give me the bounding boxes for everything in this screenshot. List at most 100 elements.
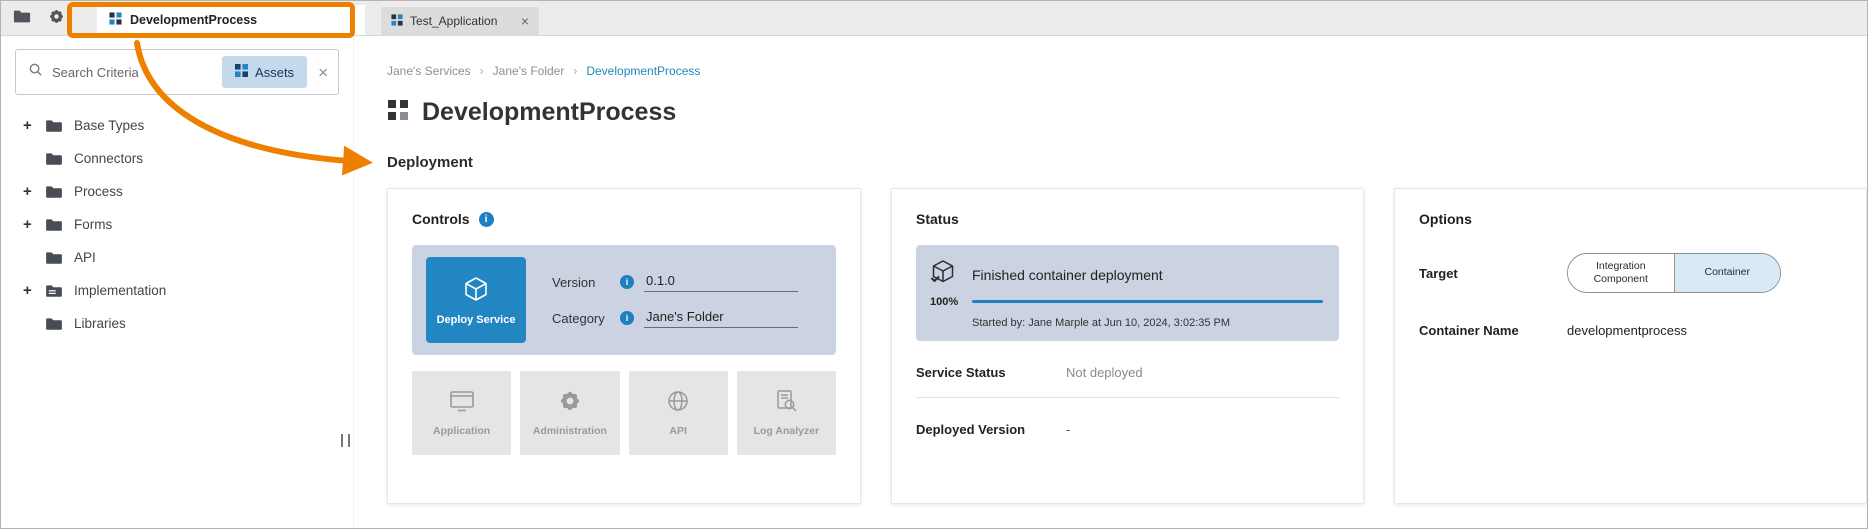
tree-item-label: Forms bbox=[74, 217, 112, 232]
status-card-header: Status bbox=[916, 211, 1339, 227]
started-by-text: Started by: Jane Marple at Jun 10, 2024,… bbox=[972, 317, 1323, 329]
action-button-label: API bbox=[669, 425, 687, 437]
service-status-row: Service Status Not deployed bbox=[916, 365, 1339, 380]
deploy-fields: Version i 0.1.0 Category i Jane's Folder bbox=[552, 273, 818, 328]
log-analyzer-button[interactable]: Log Analyzer bbox=[737, 371, 836, 455]
page-title-row: DevelopmentProcess bbox=[387, 98, 1867, 127]
tree-item-forms[interactable]: + Forms bbox=[1, 208, 353, 241]
status-panel: Finished container deployment 100% Start… bbox=[916, 245, 1339, 341]
tab-test-application[interactable]: Test_Application × bbox=[381, 7, 539, 35]
tree-item-connectors[interactable]: Connectors bbox=[1, 142, 353, 175]
main-content: Jane's Services › Jane's Folder › Develo… bbox=[354, 36, 1867, 528]
folder-icon bbox=[13, 9, 31, 27]
divider bbox=[916, 397, 1339, 398]
status-message: Finished container deployment bbox=[972, 267, 1323, 283]
target-option-container[interactable]: Container bbox=[1674, 254, 1781, 292]
folder-icon bbox=[45, 152, 65, 166]
expand-icon[interactable]: + bbox=[23, 216, 45, 233]
folder-icon bbox=[45, 119, 65, 133]
info-icon[interactable]: i bbox=[620, 311, 634, 325]
tree-item-label: Implementation bbox=[74, 283, 166, 298]
options-card-header: Options bbox=[1419, 211, 1842, 227]
expand-icon[interactable]: + bbox=[23, 282, 45, 299]
action-button-label: Administration bbox=[533, 425, 607, 437]
deploy-package-icon bbox=[462, 275, 490, 306]
implementation-folder-icon bbox=[45, 284, 65, 298]
deploy-service-button[interactable]: Deploy Service bbox=[426, 257, 526, 343]
folder-icon bbox=[45, 251, 65, 265]
application-button[interactable]: Application bbox=[412, 371, 511, 455]
settings-button[interactable] bbox=[43, 5, 69, 31]
sidebar: Search Criteria Assets × + Base Types Co… bbox=[1, 36, 354, 528]
info-icon[interactable]: i bbox=[620, 275, 634, 289]
tree-item-label: API bbox=[74, 250, 96, 265]
tree-item-api[interactable]: API bbox=[1, 241, 353, 274]
action-button-label: Log Analyzer bbox=[754, 425, 820, 437]
deployed-version-row: Deployed Version - bbox=[916, 422, 1339, 437]
target-row: Target Integration Component Container bbox=[1419, 253, 1842, 293]
tree-item-base-types[interactable]: + Base Types bbox=[1, 109, 353, 142]
deployment-cards: Controls i Deploy Service Version i bbox=[387, 188, 1867, 504]
version-label: Version bbox=[552, 275, 610, 290]
tab-label: Test_Application bbox=[410, 14, 497, 28]
breadcrumb-item-current[interactable]: DevelopmentProcess bbox=[586, 64, 700, 78]
gears-icon bbox=[558, 389, 582, 416]
globe-icon bbox=[666, 389, 690, 416]
controls-actions: Application Administration API bbox=[412, 371, 836, 455]
tree-item-label: Process bbox=[74, 184, 123, 199]
container-name-value: developmentprocess bbox=[1567, 323, 1687, 338]
assets-filter-button[interactable]: Assets bbox=[222, 56, 307, 88]
category-label: Category bbox=[552, 311, 610, 326]
tree-item-implementation[interactable]: + Implementation bbox=[1, 274, 353, 307]
application-window-icon bbox=[449, 389, 475, 416]
progress-percent: 100% bbox=[930, 296, 972, 308]
api-button[interactable]: API bbox=[629, 371, 728, 455]
controls-card-header: Controls i bbox=[412, 211, 836, 227]
status-card-title: Status bbox=[916, 211, 959, 227]
tab-developmentprocess[interactable]: DevelopmentProcess bbox=[97, 5, 365, 35]
tab-label: DevelopmentProcess bbox=[130, 13, 257, 27]
target-label: Target bbox=[1419, 266, 1567, 281]
page-title: DevelopmentProcess bbox=[422, 98, 676, 127]
category-field-row: Category i Jane's Folder bbox=[552, 309, 818, 328]
folder-icon bbox=[45, 218, 65, 232]
project-icon bbox=[387, 99, 409, 126]
close-tab-icon[interactable]: × bbox=[521, 14, 529, 28]
assets-icon bbox=[235, 64, 248, 80]
search-input[interactable]: Search Criteria bbox=[52, 65, 213, 80]
target-option-integration-component[interactable]: Integration Component bbox=[1568, 254, 1674, 292]
tree-item-libraries[interactable]: Libraries bbox=[1, 307, 353, 340]
topbar: DevelopmentProcess Test_Application × bbox=[1, 1, 1867, 36]
sidebar-resize-handle[interactable] bbox=[341, 434, 350, 447]
deploy-service-label: Deploy Service bbox=[437, 314, 516, 326]
files-button[interactable] bbox=[9, 5, 35, 31]
version-input[interactable]: 0.1.0 bbox=[644, 273, 798, 292]
container-name-row: Container Name developmentprocess bbox=[1419, 323, 1842, 338]
deployed-version-label: Deployed Version bbox=[916, 422, 1066, 437]
category-input[interactable]: Jane's Folder bbox=[644, 309, 798, 328]
breadcrumb: Jane's Services › Jane's Folder › Develo… bbox=[387, 64, 1867, 78]
search-box[interactable]: Search Criteria Assets × bbox=[15, 49, 339, 95]
version-field-row: Version i 0.1.0 bbox=[552, 273, 818, 292]
status-card: Status Finished container deployment 100… bbox=[891, 188, 1364, 504]
tree-item-process[interactable]: + Process bbox=[1, 175, 353, 208]
assets-filter-label: Assets bbox=[255, 65, 294, 80]
breadcrumb-item[interactable]: Jane's Services bbox=[387, 64, 471, 78]
breadcrumb-item[interactable]: Jane's Folder bbox=[493, 64, 565, 78]
section-heading: Deployment bbox=[387, 154, 1867, 171]
deploy-panel: Deploy Service Version i 0.1.0 Category … bbox=[412, 245, 836, 355]
controls-card-title: Controls bbox=[412, 211, 470, 227]
container-name-label: Container Name bbox=[1419, 323, 1567, 338]
clear-search-icon[interactable]: × bbox=[318, 64, 328, 81]
service-status-value: Not deployed bbox=[1066, 365, 1143, 380]
action-button-label: Application bbox=[433, 425, 490, 437]
expand-icon[interactable]: + bbox=[23, 183, 45, 200]
expand-icon[interactable]: + bbox=[23, 117, 45, 134]
chevron-right-icon: › bbox=[573, 64, 577, 78]
info-icon[interactable]: i bbox=[479, 212, 494, 227]
service-status-label: Service Status bbox=[916, 365, 1066, 380]
progress-bar bbox=[972, 300, 1323, 303]
deployed-version-value: - bbox=[1066, 422, 1070, 437]
administration-button[interactable]: Administration bbox=[520, 371, 619, 455]
options-card: Options Target Integration Component Con… bbox=[1394, 188, 1867, 504]
